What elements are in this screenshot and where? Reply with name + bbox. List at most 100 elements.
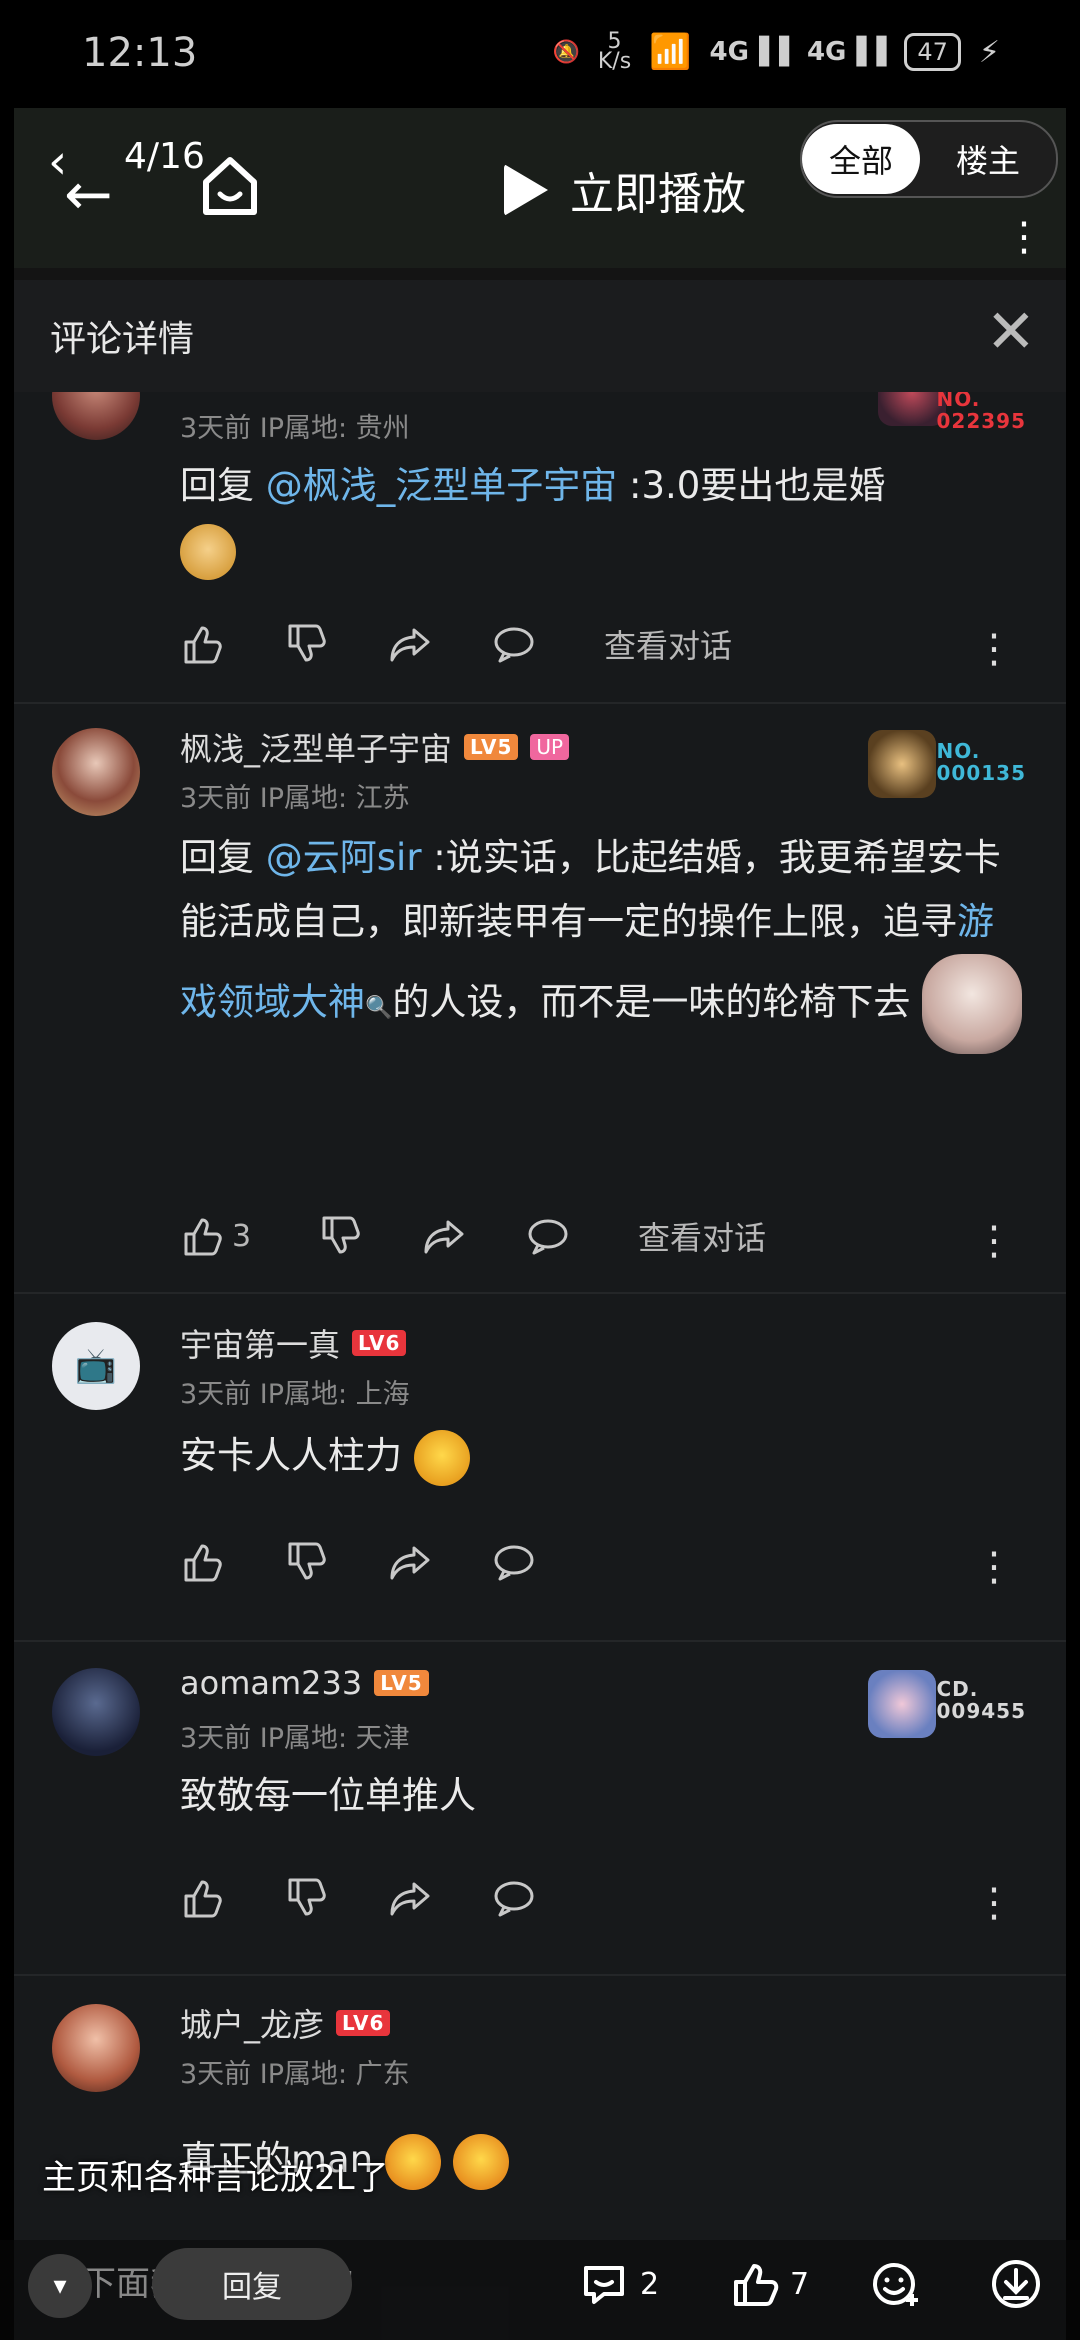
comment-icon [494,1881,534,1917]
status-time: 12:13 [82,30,198,76]
reply-button[interactable] [526,1212,630,1260]
comment-meta: 3天前 IP属地: 江苏 [180,783,410,814]
home-icon[interactable] [200,154,260,218]
like-button[interactable] [180,620,284,668]
reply-button[interactable] [492,620,596,668]
page-indicator: 4/16 [124,136,205,177]
close-icon[interactable]: ✕ [986,302,1036,362]
back-arrow-icon[interactable]: ← [64,160,113,228]
share-icon [390,1546,430,1580]
view-conversation-link[interactable]: 查看对话 [604,621,732,667]
thumbs-down-icon [288,624,326,662]
fan-decoration-image [868,730,936,798]
reply-button[interactable] [492,1874,596,1922]
comment-item: NO. 022395 3天前 IP属地: 贵州 回复 @枫浅_泛型单子宇宙 :3… [14,392,1066,704]
comment-actions [180,1538,596,1586]
dislike-button[interactable] [284,1538,388,1586]
comment-text: 致敬每一位单推人 [180,1774,476,1817]
dislike-button[interactable] [318,1212,422,1260]
more-options-icon[interactable]: ⋮ [974,1883,1014,1923]
share-button[interactable] [388,620,492,668]
download-icon [992,2260,1040,2308]
more-vertical-icon[interactable]: ⋮ [1004,217,1044,257]
mention-link[interactable]: @云阿sir [266,836,422,879]
status-icons: 🔕 5 K/s 📶 4G▐▐ 4G▐▐ 47 ⚡ [552,29,1000,74]
emoji-add-button[interactable] [870,2258,922,2310]
wifi-icon: 📶 [649,32,692,72]
filter-op-tab[interactable]: 楼主 [920,136,1056,182]
panel-title: 评论详情 [50,319,195,360]
bottom-bar: 下面我简单喵两句 ▾ 回复 2 7 [0,2240,1080,2340]
avatar[interactable] [52,2004,140,2092]
avatar[interactable] [52,392,140,440]
status-bar: 12:13 🔕 5 K/s 📶 4G▐▐ 4G▐▐ 47 ⚡ [0,0,1080,108]
view-conversation-link[interactable]: 查看对话 [638,1213,766,1259]
doge-emoji-icon [180,523,236,580]
like-button[interactable] [180,1538,284,1586]
share-button[interactable] [422,1212,526,1260]
dislike-button[interactable] [284,620,388,668]
like-count-button[interactable]: 7 [728,2258,809,2310]
search-icon[interactable]: 🔍 [365,996,392,1021]
play-now-button[interactable]: 立即播放 [504,158,746,222]
signal-icon: 4G▐▐ [709,37,789,67]
thumbs-down-icon [322,1216,360,1254]
comment-meta: 3天前 IP属地: 天津 [180,1723,410,1754]
more-options-icon[interactable]: ⋮ [974,1547,1014,1587]
comment-username[interactable]: 宇宙第一真 LV6 [180,1320,407,1366]
battery-icon: 47 [904,33,961,71]
comment-item: aomam233 LV5 CD. 009455 3天前 IP属地: 天津 致敬每… [14,1640,1066,1976]
share-icon [390,1882,430,1916]
fan-badge: NO. 022395 [936,392,1026,433]
crying-emoji-icon [452,2133,509,2190]
comment-list[interactable]: NO. 022395 3天前 IP属地: 贵州 回复 @枫浅_泛型单子宇宙 :3… [14,392,1066,2340]
level-badge: LV6 [352,1330,407,1356]
comment-username[interactable]: aomam233 LV5 [180,1664,429,1702]
comment-actions [180,1874,596,1922]
filter-segmented-control: 全部 楼主 [800,120,1058,198]
share-icon [390,628,430,662]
fan-badge: CD. 009455 [936,1677,1026,1723]
mute-icon: 🔕 [552,39,580,65]
comment-count-button[interactable]: 2 [578,2258,659,2310]
comment-icon [528,1219,568,1255]
comment-text: 回复 @枫浅_泛型单子宇宙 :3.0要出也是婚 [180,454,1030,582]
thumbs-up-icon [184,626,222,664]
surprised-emoji-icon [413,1429,470,1486]
filter-all-tab[interactable]: 全部 [802,124,920,194]
fan-badge: NO. 000135 [936,739,1026,785]
reply-button[interactable] [492,1538,596,1586]
comment-detail-header: 评论详情 ✕ [14,280,1066,393]
charging-icon: ⚡ [978,34,1000,70]
like-button[interactable] [180,1874,284,1922]
play-icon [504,164,548,216]
reply-input-button[interactable]: 回复 [152,2248,352,2320]
more-options-icon[interactable]: ⋮ [974,629,1014,669]
up-badge: UP [530,734,570,760]
mention-link[interactable]: @枫浅_泛型单子宇宙 [266,464,618,507]
crying-emoji-icon [384,2133,441,2190]
share-button[interactable] [388,1874,492,1922]
comment-meta: 3天前 IP属地: 广东 [180,2059,410,2090]
comment-username[interactable]: 城户_龙彦 LV6 [180,2000,391,2046]
avatar[interactable]: 📺 [52,1322,140,1410]
download-button[interactable] [990,2258,1042,2310]
chevron-down-icon[interactable]: ▾ [28,2254,92,2318]
avatar[interactable] [52,1668,140,1756]
comment-username[interactable]: 枫浅_泛型单子宇宙 LV5 UP [180,724,570,770]
thumbs-up-icon [184,1218,222,1256]
network-speed: 5 K/s [597,29,632,74]
avatar[interactable] [52,728,140,816]
comment-meta: 3天前 IP属地: 上海 [180,1379,410,1410]
emoji-add-icon [873,2263,918,2306]
more-options-icon[interactable]: ⋮ [974,1221,1014,1261]
dislike-button[interactable] [284,1874,388,1922]
comment-icon [494,627,534,663]
comment-icon [494,1545,534,1581]
share-button[interactable] [388,1538,492,1586]
fan-decoration-image [868,1670,936,1738]
comment-actions: 3 查看对话 [180,1212,766,1260]
signal-icon-2: 4G▐▐ [806,37,887,67]
like-button[interactable]: 3 [180,1212,318,1260]
level-badge: LV6 [336,2010,391,2036]
